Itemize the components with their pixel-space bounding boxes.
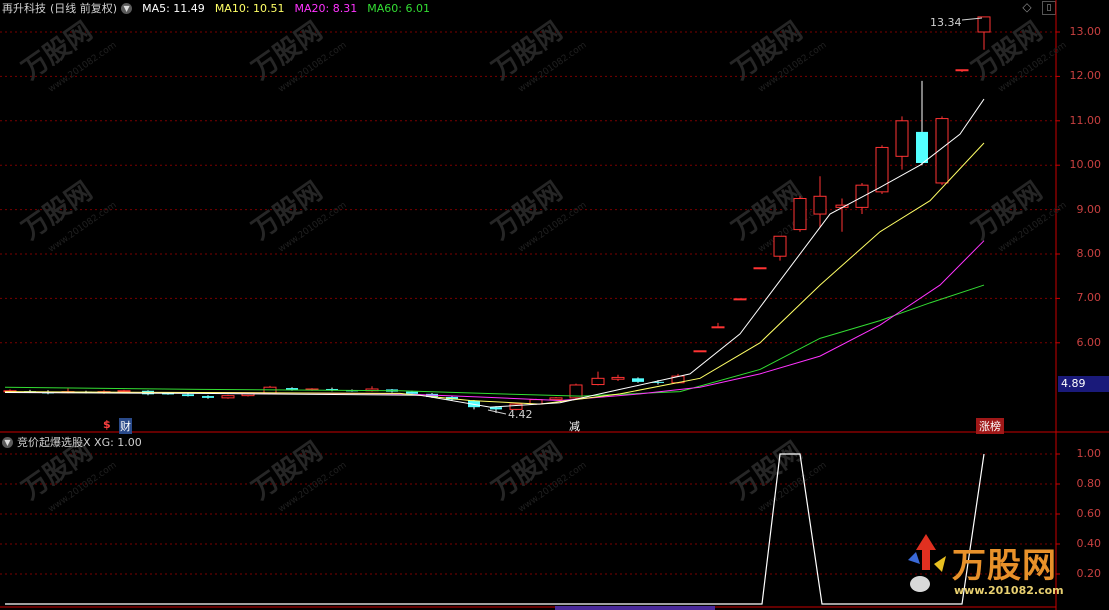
chevron-down-icon[interactable]: ▼ xyxy=(2,436,13,448)
stock-chart-window: 再升科技 (日线 前复权) ▼ MA5: 11.49 MA10: 10.51 M… xyxy=(0,0,1109,610)
brand-logo: 万股网 www.201082.com xyxy=(902,528,1102,608)
candle-body xyxy=(406,391,418,394)
bull-logo-icon xyxy=(908,534,946,592)
last-price-box: 4.89 xyxy=(1058,376,1109,392)
ma5-line xyxy=(4,98,985,408)
low-arrow xyxy=(487,409,507,415)
finance-marker[interactable]: 财 xyxy=(119,418,132,434)
dollar-marker[interactable]: $ xyxy=(103,418,111,431)
candle-body xyxy=(591,377,605,386)
reduce-marker[interactable]: 减 xyxy=(569,418,580,434)
candle-body xyxy=(875,146,889,193)
price-axis-label: 11.00 xyxy=(1069,113,1102,127)
brand-name: 万股网 xyxy=(952,546,1057,586)
watermark-brand: 万股网 xyxy=(487,436,568,505)
selection-bar xyxy=(555,606,715,610)
candle-body xyxy=(895,120,909,157)
low-price-label: 4.42 xyxy=(508,408,533,421)
indicator-header: ▼ 竞价起爆选股X XG: 1.00 xyxy=(2,434,142,450)
watermark-brand: 万股网 xyxy=(17,176,98,245)
candle-body xyxy=(117,390,131,393)
candle-body xyxy=(977,16,991,33)
watermark-brand: 万股网 xyxy=(727,436,808,505)
watermark-brand: 万股网 xyxy=(247,436,328,505)
watermark-brand: 万股网 xyxy=(17,16,98,85)
watermark-brand: 万股网 xyxy=(967,176,1048,245)
watermark-brand: 万股网 xyxy=(727,16,808,85)
watermark-brand: 万股网 xyxy=(487,176,568,245)
price-axis-label: 8.00 xyxy=(1076,247,1102,260)
candle-body xyxy=(221,395,235,399)
ma10-line xyxy=(4,142,985,405)
indicator-axis-label: 1.00 xyxy=(1076,447,1102,460)
candle-body xyxy=(733,298,747,301)
candle-body xyxy=(855,184,869,208)
candle-body xyxy=(611,376,625,380)
candle-body xyxy=(182,394,194,397)
high-price-label: 13.34 xyxy=(930,16,962,29)
candle-body xyxy=(753,267,767,270)
candlestick-chart: 万股网www.201082.com 万股网www.201082.com 万股网www… xyxy=(0,0,1109,610)
brand-url: www.201082.com xyxy=(954,584,1064,597)
candle-body xyxy=(813,195,827,215)
price-axis-label: 9.00 xyxy=(1076,202,1102,216)
candle-body xyxy=(711,326,725,329)
candle-body xyxy=(955,69,969,72)
limit-list-marker[interactable]: 涨榜 xyxy=(976,418,1004,434)
candle-body xyxy=(632,378,644,382)
ma20-line xyxy=(5,240,985,402)
price-axis-label: 10.00 xyxy=(1069,158,1102,172)
candle-body xyxy=(202,396,214,398)
indicator-title[interactable]: 竞价起爆选股X XG: 1.00 xyxy=(17,434,142,450)
candle-body xyxy=(693,350,707,353)
price-axis-label: 7.00 xyxy=(1076,291,1102,305)
ma60-line xyxy=(4,284,985,397)
indicator-axis-label: 0.60 xyxy=(1076,507,1102,520)
watermark-brand: 万股网 xyxy=(247,16,328,85)
candle-body xyxy=(916,131,928,163)
price-axis-label: 13.00 xyxy=(1069,25,1102,38)
candle-body xyxy=(773,235,787,257)
price-axis-label: 6.00 xyxy=(1076,335,1102,349)
candle-body xyxy=(549,397,563,401)
indicator-axis-label: 0.80 xyxy=(1076,477,1102,490)
price-axis-label: 12.00 xyxy=(1069,69,1102,83)
candle-body xyxy=(793,198,807,231)
watermark-brand: 万股网 xyxy=(247,176,328,245)
watermark-brand: 万股网 xyxy=(487,16,568,85)
